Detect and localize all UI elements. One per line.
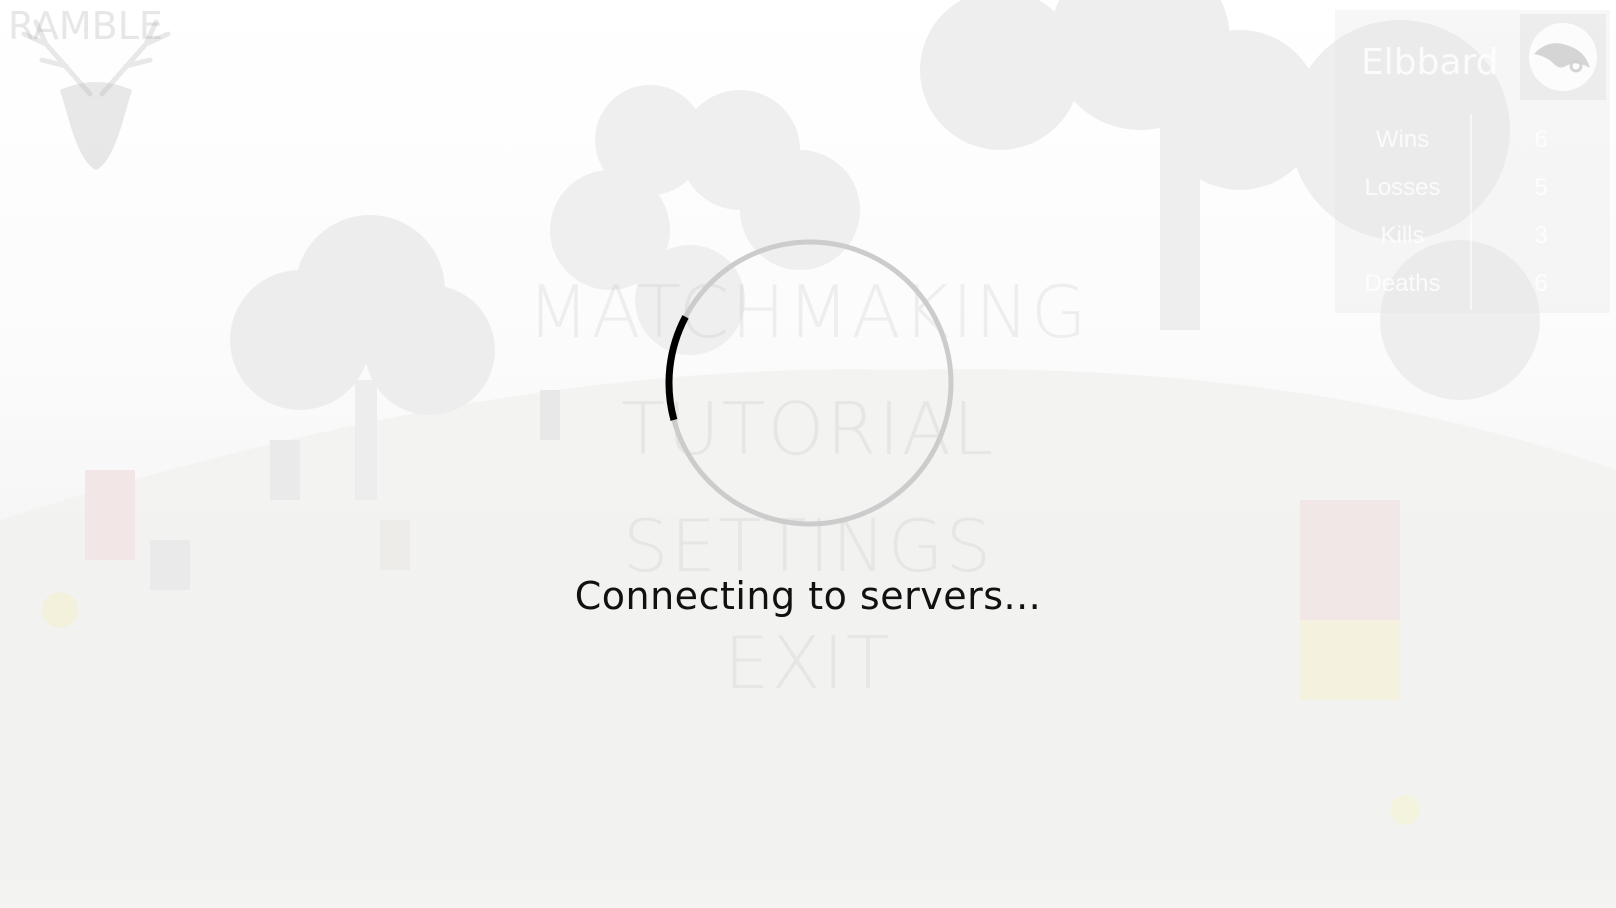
loading-overlay: Connecting to servers... [0, 0, 1616, 908]
spinner-arc [665, 315, 689, 421]
game-screen: MATCHMAKING TUTORIAL SETTINGS EXIT RAMBL… [0, 0, 1616, 908]
connecting-status-text: Connecting to servers... [574, 574, 1042, 618]
spinner-ring [666, 239, 954, 527]
loading-spinner-icon [665, 239, 954, 527]
